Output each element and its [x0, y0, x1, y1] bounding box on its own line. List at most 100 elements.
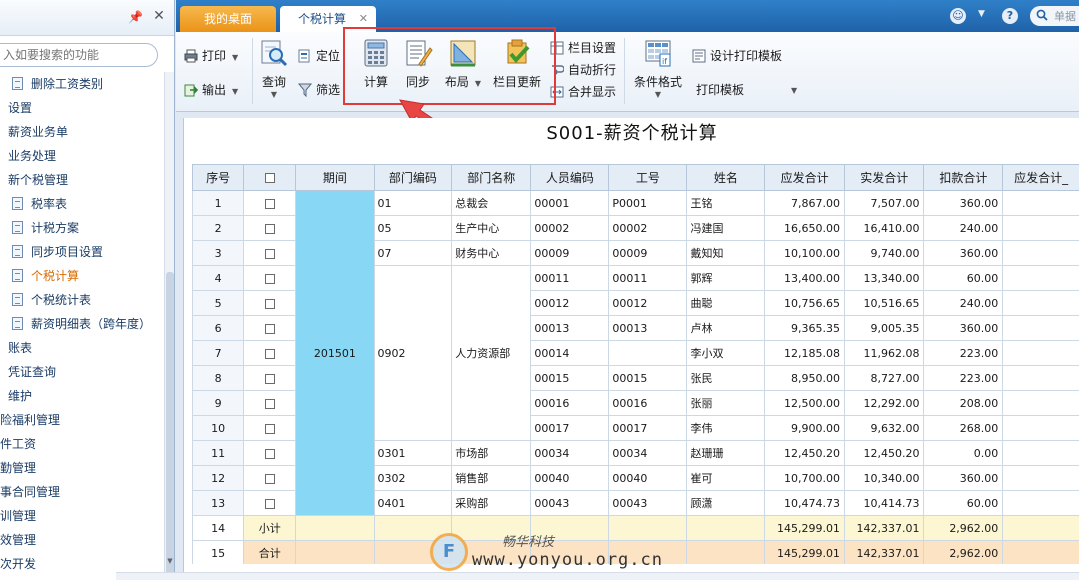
row-checkbox-cell[interactable]	[243, 190, 297, 216]
column-header[interactable]: 工号	[608, 164, 688, 191]
sync-button[interactable]: 同步	[394, 38, 442, 90]
nav-item[interactable]: 账表	[0, 336, 164, 360]
user-dropdown-caret-icon[interactable]: ▼	[978, 9, 985, 19]
row-checkbox-cell[interactable]	[243, 240, 297, 266]
row-checkbox-cell[interactable]	[243, 340, 297, 366]
auto-wrap-button[interactable]: 自动折行	[550, 60, 616, 80]
help-icon[interactable]: ?	[1002, 8, 1018, 24]
column-header[interactable]: 部门名称	[451, 164, 532, 191]
column-header[interactable]: 扣款合计	[923, 164, 1004, 191]
row-checkbox[interactable]	[264, 498, 275, 509]
conditional-format-dropdown-icon[interactable]: ▼	[630, 90, 686, 99]
scroll-down-arrow-icon[interactable]: ▼	[166, 556, 174, 566]
select-all-checkbox[interactable]	[264, 173, 275, 183]
tab-tax-calculation[interactable]: 个税计算 ✕	[280, 6, 376, 32]
row-checkbox-cell[interactable]	[243, 315, 297, 341]
nav-item[interactable]: 维护	[0, 384, 164, 408]
row-checkbox[interactable]	[264, 223, 275, 234]
row-checkbox-cell[interactable]	[243, 415, 297, 441]
nav-item[interactable]: 同步项目设置	[0, 240, 164, 264]
query-button[interactable]: 查询 ▼	[250, 38, 298, 99]
left-scrollbar[interactable]: ▼	[164, 72, 174, 580]
empty-cell	[530, 515, 610, 541]
tab-close-icon[interactable]: ✕	[359, 6, 368, 32]
nav-item[interactable]: 业务处理	[0, 144, 164, 168]
row-checkbox[interactable]	[264, 248, 275, 259]
row-checkbox[interactable]	[264, 398, 275, 409]
merge-display-button[interactable]: 合并显示	[550, 82, 616, 102]
column-header[interactable]: 人员编码	[530, 164, 610, 191]
row-checkbox[interactable]	[264, 298, 275, 309]
row-checkbox[interactable]	[264, 198, 275, 209]
column-header[interactable]: 应发合计	[764, 164, 845, 191]
nav-item[interactable]: 薪资明细表（跨年度）	[0, 312, 164, 336]
column-header[interactable]: 实发合计	[843, 164, 925, 191]
calculator-icon	[364, 39, 388, 67]
table-row[interactable]: 1 201501 01 总裁会 00001 P0001 王铭 7,867.00 7,507.00…	[192, 190, 1079, 516]
gross-pay-cell: 9,365.35	[764, 315, 845, 341]
row-checkbox-cell[interactable]	[243, 215, 297, 241]
query-dropdown-icon[interactable]: ▼	[250, 90, 298, 99]
row-checkbox-cell[interactable]	[243, 365, 297, 391]
print-button[interactable]: 打印 ▼	[184, 46, 238, 66]
locate-button[interactable]: 定位	[298, 46, 340, 66]
column-header[interactable]: 序号	[192, 164, 245, 191]
row-checkbox[interactable]	[264, 273, 275, 284]
nav-item[interactable]: 凭证查询	[0, 360, 164, 384]
layout-button[interactable]: 布局 ▼	[439, 38, 487, 90]
print-template-dropdown-icon[interactable]: ▼	[791, 86, 797, 95]
row-checkbox[interactable]	[264, 323, 275, 334]
column-header[interactable]: 姓名	[686, 164, 766, 191]
nav-item[interactable]: 个税统计表	[0, 288, 164, 312]
top-search-box[interactable]: 单据	[1030, 6, 1079, 26]
calculate-button[interactable]: 计算	[352, 38, 400, 90]
nav-item[interactable]: 税率表	[0, 192, 164, 216]
row-checkbox-cell[interactable]	[243, 390, 297, 416]
nav-item[interactable]: 薪资业务单	[0, 120, 164, 144]
row-checkbox-cell[interactable]	[243, 265, 297, 291]
pin-icon[interactable]: 📌	[128, 10, 143, 24]
column-header[interactable]: 期间	[295, 164, 375, 191]
left-panel-header: 📌 ✕	[0, 0, 174, 36]
row-checkbox[interactable]	[264, 348, 275, 359]
close-icon[interactable]: ✕	[152, 9, 166, 23]
nav-item[interactable]: 效管理	[0, 528, 164, 552]
column-header[interactable]: 部门编码	[373, 164, 453, 191]
nav-item[interactable]: 勤管理	[0, 456, 164, 480]
filter-button[interactable]: 筛选	[298, 80, 340, 100]
row-checkbox-cell[interactable]	[243, 290, 297, 316]
nav-item[interactable]: 新个税管理	[0, 168, 164, 192]
column-settings-button[interactable]: 栏目设置	[550, 38, 616, 58]
row-checkbox[interactable]	[264, 473, 275, 484]
column-header[interactable]: 应发合计_	[1002, 164, 1079, 191]
nav-search-input[interactable]	[0, 43, 158, 67]
nav-item[interactable]: 险福利管理	[0, 408, 164, 432]
nav-item[interactable]: 件工资	[0, 432, 164, 456]
row-checkbox[interactable]	[264, 373, 275, 384]
row-checkbox-cell[interactable]	[243, 490, 297, 516]
nav-item[interactable]: 事合同管理	[0, 480, 164, 504]
select-all-header[interactable]	[243, 164, 297, 191]
update-columns-button[interactable]: 栏目更新	[489, 38, 545, 90]
layout-ruler-icon	[450, 40, 476, 67]
row-checkbox-cell[interactable]	[243, 440, 297, 466]
user-smile-icon[interactable]: ☺	[950, 8, 966, 24]
nav-item[interactable]: 个税计算	[0, 264, 164, 288]
row-checkbox-cell[interactable]	[243, 465, 297, 491]
conditional-format-button[interactable]: if 条件格式 ▼	[630, 38, 686, 99]
layout-dropdown-icon[interactable]: ▼	[475, 79, 481, 88]
row-checkbox[interactable]	[264, 448, 275, 459]
export-button[interactable]: 输出 ▼	[184, 80, 238, 100]
left-scroll-thumb[interactable]	[166, 272, 174, 580]
export-dropdown-icon[interactable]: ▼	[232, 87, 238, 96]
row-number: 10	[192, 415, 245, 441]
print-dropdown-icon[interactable]: ▼	[232, 53, 238, 62]
nav-item[interactable]: 设置	[0, 96, 164, 120]
horizontal-scrollbar[interactable]	[116, 572, 1079, 580]
nav-item[interactable]: 删除工资类别	[0, 72, 164, 96]
tab-my-desktop[interactable]: 我的桌面	[180, 6, 276, 32]
design-print-template-button[interactable]: 设计打印模板	[692, 46, 782, 66]
nav-item[interactable]: 训管理	[0, 504, 164, 528]
row-checkbox[interactable]	[264, 423, 275, 434]
nav-item[interactable]: 计税方案	[0, 216, 164, 240]
